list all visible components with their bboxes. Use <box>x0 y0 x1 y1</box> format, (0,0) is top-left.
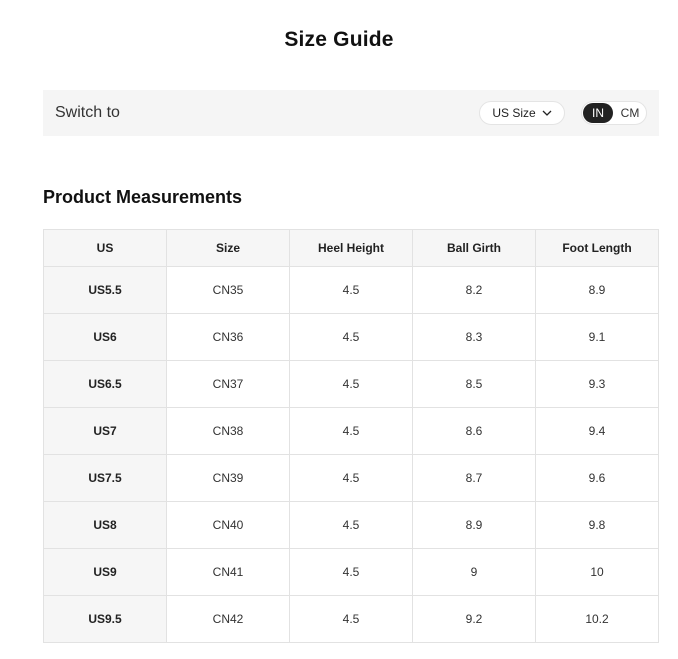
table-cell: CN37 <box>166 360 290 408</box>
table-cell: CN40 <box>166 501 290 549</box>
switch-label: Switch to <box>55 104 120 121</box>
table-cell-us: US7 <box>43 407 167 455</box>
size-system-dropdown[interactable]: US Size <box>479 101 565 125</box>
table-cell-us: US9.5 <box>43 595 167 643</box>
measurements-table: US Size Heel Height Ball Girth Foot Leng… <box>43 229 659 643</box>
table-cell-us: US8 <box>43 501 167 549</box>
table-cell-us: US9 <box>43 548 167 596</box>
table-cell: 4.5 <box>289 454 413 502</box>
page-title: Size Guide <box>284 28 394 51</box>
table-cell: 4.5 <box>289 266 413 314</box>
table-cell: 9.6 <box>535 454 659 502</box>
table-header-row: US Size Heel Height Ball Girth Foot Leng… <box>43 229 659 267</box>
table-cell: CN42 <box>166 595 290 643</box>
table-row: US9.5 CN42 4.5 9.2 10.2 <box>43 595 659 643</box>
table-cell: 8.7 <box>412 454 536 502</box>
table-cell: CN36 <box>166 313 290 361</box>
size-guide-page: Size Guide Switch to US Size IN CM Produ… <box>0 0 678 659</box>
table-cell: 4.5 <box>289 313 413 361</box>
table-cell-us: US6 <box>43 313 167 361</box>
column-header: Size <box>166 229 290 267</box>
table-cell: 4.5 <box>289 360 413 408</box>
table-cell: CN41 <box>166 548 290 596</box>
table-cell-us: US6.5 <box>43 360 167 408</box>
chevron-down-icon <box>542 110 552 116</box>
table-row: US8 CN40 4.5 8.9 9.8 <box>43 501 659 549</box>
table-cell: 8.9 <box>535 266 659 314</box>
switch-bar: Switch to US Size IN CM <box>43 90 659 136</box>
table-cell: 8.6 <box>412 407 536 455</box>
table-cell: CN38 <box>166 407 290 455</box>
table-cell: 9.2 <box>412 595 536 643</box>
table-cell: 4.5 <box>289 595 413 643</box>
unit-toggle: IN CM <box>581 101 647 125</box>
column-header: Heel Height <box>289 229 413 267</box>
table-cell-us: US5.5 <box>43 266 167 314</box>
table-cell: 9 <box>412 548 536 596</box>
table-cell: 10.2 <box>535 595 659 643</box>
table-row: US6.5 CN37 4.5 8.5 9.3 <box>43 360 659 408</box>
unit-cm-button[interactable]: CM <box>615 103 645 123</box>
unit-in-button[interactable]: IN <box>583 103 613 123</box>
table-cell: 10 <box>535 548 659 596</box>
table-cell: CN39 <box>166 454 290 502</box>
table-cell: 9.8 <box>535 501 659 549</box>
column-header: Ball Girth <box>412 229 536 267</box>
table-cell: CN35 <box>166 266 290 314</box>
table-cell: 8.3 <box>412 313 536 361</box>
table-cell: 9.1 <box>535 313 659 361</box>
table-row: US6 CN36 4.5 8.3 9.1 <box>43 313 659 361</box>
table-cell: 9.3 <box>535 360 659 408</box>
table-cell: 4.5 <box>289 501 413 549</box>
table-cell: 4.5 <box>289 407 413 455</box>
table-row: US7.5 CN39 4.5 8.7 9.6 <box>43 454 659 502</box>
column-header: US <box>43 229 167 267</box>
section-title: Product Measurements <box>43 187 243 207</box>
table-cell-us: US7.5 <box>43 454 167 502</box>
table-cell: 8.9 <box>412 501 536 549</box>
size-system-value: US Size <box>492 106 536 120</box>
table-row: US7 CN38 4.5 8.6 9.4 <box>43 407 659 455</box>
table-row: US9 CN41 4.5 9 10 <box>43 548 659 596</box>
table-cell: 4.5 <box>289 548 413 596</box>
table-cell: 8.5 <box>412 360 536 408</box>
table-row: US5.5 CN35 4.5 8.2 8.9 <box>43 266 659 314</box>
table-cell: 9.4 <box>535 407 659 455</box>
column-header: Foot Length <box>535 229 659 267</box>
table-cell: 8.2 <box>412 266 536 314</box>
